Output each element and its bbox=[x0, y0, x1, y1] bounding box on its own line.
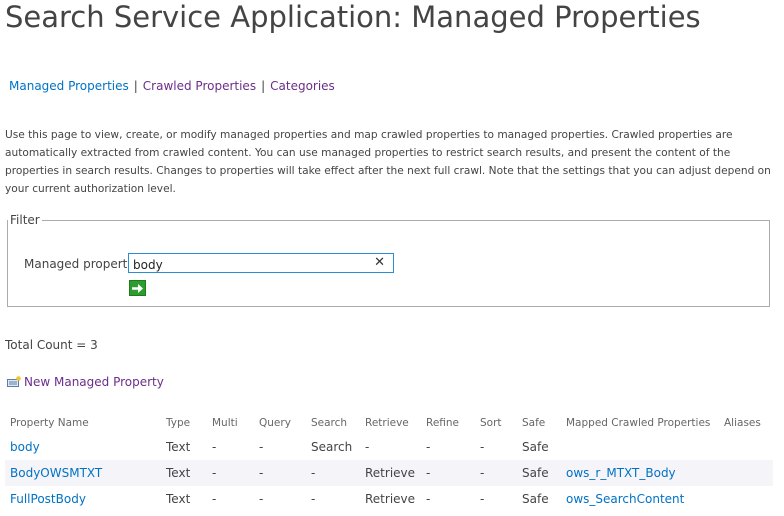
view-navigation: Managed Properties | Crawled Properties | Ca… bbox=[9, 79, 335, 93]
column-header[interactable]: Query bbox=[254, 412, 306, 434]
property-name-link[interactable]: BodyOWSMTXT bbox=[10, 466, 102, 480]
table-row: FullPostBody Text - - - Retrieve - - Saf… bbox=[5, 486, 773, 512]
column-header[interactable]: Safe bbox=[517, 412, 561, 434]
safe-cell: Safe bbox=[522, 440, 549, 454]
column-header[interactable]: Type bbox=[161, 412, 207, 434]
query-cell: - bbox=[259, 440, 264, 454]
mapped-crawled-property-link[interactable]: ows_SearchContent bbox=[566, 492, 684, 506]
refine-cell: - bbox=[426, 440, 431, 454]
column-header[interactable]: Search bbox=[306, 412, 360, 434]
column-header[interactable]: Aliases bbox=[719, 412, 773, 434]
query-cell: - bbox=[259, 492, 264, 506]
safe-cell: Safe bbox=[522, 492, 549, 506]
query-cell: - bbox=[254, 460, 306, 486]
column-header[interactable]: Sort bbox=[475, 412, 517, 434]
nav-categories[interactable]: Categories bbox=[270, 79, 335, 93]
search-cell: - bbox=[306, 460, 360, 486]
safe-cell: Safe bbox=[517, 460, 561, 486]
nav-separator: | bbox=[133, 79, 138, 93]
retrieve-cell: Retrieve bbox=[365, 492, 416, 506]
nav-separator: | bbox=[261, 79, 266, 93]
filter-go-button[interactable] bbox=[129, 280, 146, 296]
property-name-link[interactable]: body bbox=[10, 440, 40, 454]
close-icon[interactable]: ✕ bbox=[374, 255, 385, 271]
type-cell: Text bbox=[161, 460, 207, 486]
type-cell: Text bbox=[166, 492, 191, 506]
search-cell: - bbox=[311, 492, 316, 506]
page-description: Use this page to view, create, or modify… bbox=[5, 129, 771, 195]
column-header[interactable]: Refine bbox=[421, 412, 475, 434]
new-managed-property-link[interactable]: New Managed Property bbox=[7, 375, 164, 389]
aliases-cell bbox=[719, 486, 773, 512]
column-header[interactable]: Mapped Crawled Properties bbox=[561, 412, 719, 434]
column-header[interactable]: Property Name bbox=[5, 412, 161, 434]
property-name-link[interactable]: FullPostBody bbox=[10, 492, 86, 506]
type-cell: Text bbox=[166, 440, 191, 454]
column-header[interactable]: Retrieve bbox=[360, 412, 421, 434]
nav-managed-properties[interactable]: Managed Properties bbox=[9, 79, 129, 93]
refine-cell: - bbox=[426, 492, 431, 506]
column-header[interactable]: Multi bbox=[207, 412, 254, 434]
refine-cell: - bbox=[421, 460, 475, 486]
aliases-cell bbox=[719, 434, 773, 460]
aliases-cell bbox=[719, 460, 773, 486]
table-row: body Text - - Search - - - Safe bbox=[5, 434, 773, 460]
sort-cell: - bbox=[480, 440, 485, 454]
retrieve-cell: - bbox=[365, 440, 370, 454]
multi-cell: - bbox=[207, 460, 254, 486]
new-item-icon bbox=[7, 376, 21, 388]
total-count: Total Count = 3 bbox=[5, 338, 98, 352]
filter-panel: Filter Managed property ✕ bbox=[7, 213, 770, 307]
retrieve-cell: Retrieve bbox=[360, 460, 421, 486]
multi-cell: - bbox=[212, 440, 217, 454]
managed-property-label: Managed property bbox=[24, 257, 135, 271]
multi-cell: - bbox=[212, 492, 217, 506]
managed-property-filter-input[interactable] bbox=[129, 256, 363, 274]
filter-legend: Filter bbox=[10, 213, 40, 227]
table-header-row: Property Name Type Multi Query Search Re… bbox=[5, 412, 773, 434]
managed-property-filter-box: ✕ bbox=[128, 253, 394, 274]
new-managed-property-label: New Managed Property bbox=[24, 375, 164, 389]
arrow-right-icon bbox=[132, 283, 143, 293]
table-row: BodyOWSMTXT Text - - - Retrieve - - Safe… bbox=[5, 460, 773, 486]
search-cell: Search bbox=[311, 440, 353, 454]
nav-crawled-properties[interactable]: Crawled Properties bbox=[143, 79, 256, 93]
sort-cell: - bbox=[480, 492, 485, 506]
sort-cell: - bbox=[475, 460, 517, 486]
managed-properties-table: Property Name Type Multi Query Search Re… bbox=[5, 412, 773, 512]
mapped-crawled-property-link[interactable]: ows_r_MTXT_Body bbox=[566, 466, 676, 480]
page-title: Search Service Application: Managed Prop… bbox=[5, 0, 701, 34]
